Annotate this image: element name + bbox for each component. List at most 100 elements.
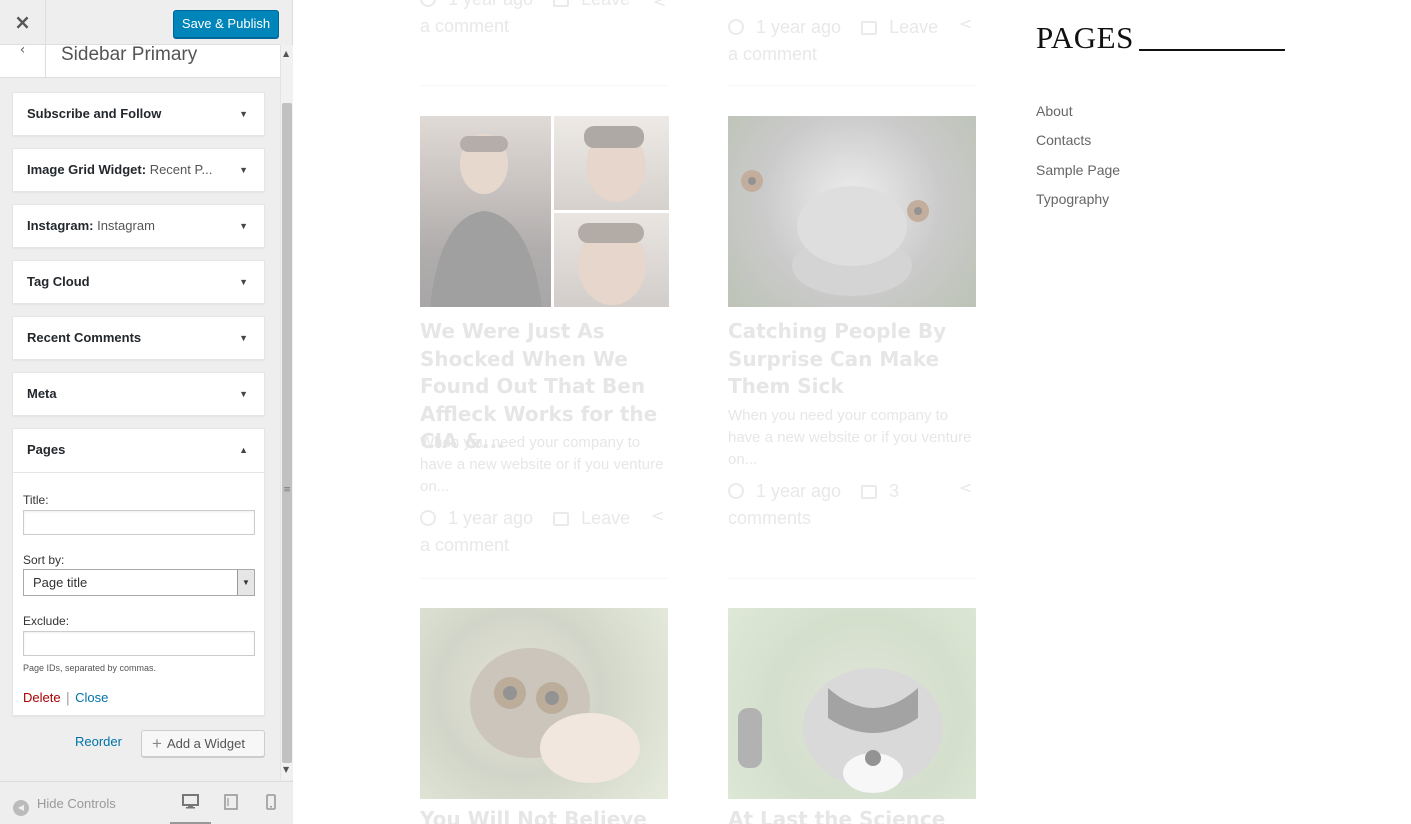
dropdown-arrow-icon[interactable]: ▼	[237, 570, 254, 595]
customizer-panel: × Save & Publish ‹ Sidebar Primary Subsc…	[0, 0, 293, 824]
post-image[interactable]	[420, 608, 668, 799]
clock-icon	[420, 510, 436, 526]
reorder-link[interactable]: Reorder	[75, 734, 122, 749]
divider	[728, 85, 976, 86]
delete-link[interactable]: Delete	[23, 690, 61, 705]
post-image[interactable]	[728, 608, 976, 799]
desktop-preview-icon[interactable]	[182, 794, 199, 813]
link-separator: |	[65, 691, 71, 706]
expand-arrow-icon[interactable]: ▼	[239, 149, 248, 191]
post-image[interactable]	[554, 116, 669, 210]
page-link-about[interactable]: About	[1036, 103, 1073, 119]
exclude-help-text: Page IDs, separated by commas.	[23, 663, 157, 673]
heading-rule	[1139, 49, 1285, 51]
expand-arrow-icon[interactable]: ▼	[239, 205, 248, 247]
expand-arrow-icon[interactable]: ▼	[239, 373, 248, 415]
customizer-scrollbar[interactable]: ▲ ≡ ▼	[280, 45, 293, 780]
post-comments[interactable]: Leave	[581, 508, 630, 528]
widget-pages-header[interactable]: Pages ▲	[13, 429, 264, 471]
post-comments-line2[interactable]: a comment	[420, 535, 509, 555]
post-comments-line2[interactable]: a comment	[420, 16, 509, 36]
widget-image-grid[interactable]: Image Grid Widget: Recent P... ▼	[12, 148, 265, 192]
sort-by-label: Sort by:	[23, 553, 65, 567]
page-link-contacts[interactable]: Contacts	[1036, 132, 1091, 148]
post-title[interactable]: At Last the Science	[728, 806, 978, 824]
scrollbar-thumb[interactable]: ≡	[282, 103, 292, 763]
comment-icon	[553, 0, 570, 7]
scroll-up-icon[interactable]: ▲	[283, 49, 289, 58]
exclude-input[interactable]	[23, 631, 255, 656]
hide-controls-label: Hide Controls	[37, 796, 116, 811]
save-publish-button[interactable]: Save & Publish	[173, 10, 279, 38]
post-image[interactable]	[728, 116, 976, 307]
title-label: Title:	[23, 493, 49, 507]
post-comments[interactable]: 3	[889, 481, 899, 501]
mobile-preview-icon[interactable]	[266, 794, 276, 814]
post-time: 1 year ago	[756, 481, 842, 501]
back-button[interactable]: ‹	[0, 42, 46, 78]
scroll-down-icon[interactable]: ▼	[283, 765, 289, 774]
post-meta: 1 year ago Leave a comment	[420, 0, 670, 40]
comment-icon	[861, 21, 878, 35]
post-comments[interactable]: Leave	[889, 17, 938, 37]
widget-name: Tag Cloud	[27, 274, 90, 289]
collapse-arrow-icon[interactable]: ▲	[239, 429, 248, 471]
divider	[420, 85, 668, 86]
comment-icon	[553, 512, 570, 526]
expand-arrow-icon[interactable]: ▼	[239, 317, 248, 359]
widget-subscribe-follow[interactable]: Subscribe and Follow ▼	[12, 92, 265, 136]
post-image[interactable]	[420, 116, 551, 307]
widget-recent-comments[interactable]: Recent Comments ▼	[12, 316, 265, 360]
site-preview: 1 year ago Leave a comment < 1 year ago Lea…	[294, 0, 1411, 824]
grip-icon: ≡	[283, 485, 291, 495]
post-time: 1 year ago	[756, 17, 842, 37]
widget-meta[interactable]: Meta ▼	[12, 372, 265, 416]
collapse-circle-icon: ◀	[13, 800, 29, 816]
post-image[interactable]	[554, 213, 669, 307]
widget-name: Image Grid Widget:	[27, 162, 147, 177]
widget-subtitle: Recent P...	[149, 162, 213, 177]
post-excerpt: When you need your company to have a new…	[728, 407, 972, 468]
post-comments-line2[interactable]: a comment	[728, 44, 817, 64]
divider	[420, 578, 668, 579]
post-meta: 1 year ago 3 comments	[728, 478, 978, 532]
divider	[728, 578, 976, 579]
clock-icon	[728, 483, 744, 499]
tablet-preview-icon[interactable]	[224, 794, 238, 814]
add-widget-label: Add a Widget	[166, 736, 245, 751]
post-comments[interactable]: Leave	[581, 0, 630, 9]
customizer-header: × Save & Publish	[0, 0, 280, 45]
expand-arrow-icon[interactable]: ▼	[239, 93, 248, 135]
section-header: ‹ Sidebar Primary	[0, 42, 280, 78]
title-input[interactable]	[23, 510, 255, 535]
post-title[interactable]: You Will Not Believe Your	[420, 806, 670, 824]
post-meta: 1 year ago Leave a comment	[420, 505, 670, 559]
pages-widget-heading: PAGES	[1036, 20, 1134, 55]
sort-by-select[interactable]: Page title ▼	[23, 569, 255, 596]
page-link-typography[interactable]: Typography	[1036, 191, 1109, 207]
widget-instagram[interactable]: Instagram: Instagram ▼	[12, 204, 265, 248]
widget-name: Subscribe and Follow	[27, 106, 162, 121]
sort-by-value: Page title	[33, 575, 88, 590]
post-excerpt: When you need your company to have a new…	[420, 434, 664, 495]
close-widget-link[interactable]: Close	[75, 690, 108, 705]
widget-pages-form: Title: Sort by: Page title ▼ Exclude: Pa…	[13, 472, 264, 716]
chevron-left-icon: ‹	[19, 42, 26, 58]
section-title: Sidebar Primary	[61, 44, 198, 65]
clock-icon	[420, 0, 436, 7]
share-icon[interactable]: <	[653, 0, 666, 11]
post-time: 1 year ago	[448, 0, 533, 9]
share-icon[interactable]: <	[651, 506, 664, 525]
comment-icon	[861, 485, 878, 499]
expand-arrow-icon[interactable]: ▼	[239, 261, 248, 303]
widget-pages: Pages ▲ Title: Sort by: Page title ▼ Excl…	[12, 428, 265, 716]
hide-controls-button[interactable]: ◀ Hide Controls	[13, 796, 116, 816]
page-link-sample-page[interactable]: Sample Page	[1036, 162, 1120, 178]
close-customizer-button[interactable]: ×	[0, 0, 46, 45]
share-icon[interactable]: <	[959, 478, 972, 497]
post-title[interactable]: Catching People By Surprise Can Make The…	[728, 318, 978, 401]
post-comments-line2[interactable]: comments	[728, 508, 811, 528]
widget-tag-cloud[interactable]: Tag Cloud ▼	[12, 260, 265, 304]
add-widget-button[interactable]: + Add a Widget	[141, 730, 265, 757]
share-icon[interactable]: <	[959, 14, 972, 33]
